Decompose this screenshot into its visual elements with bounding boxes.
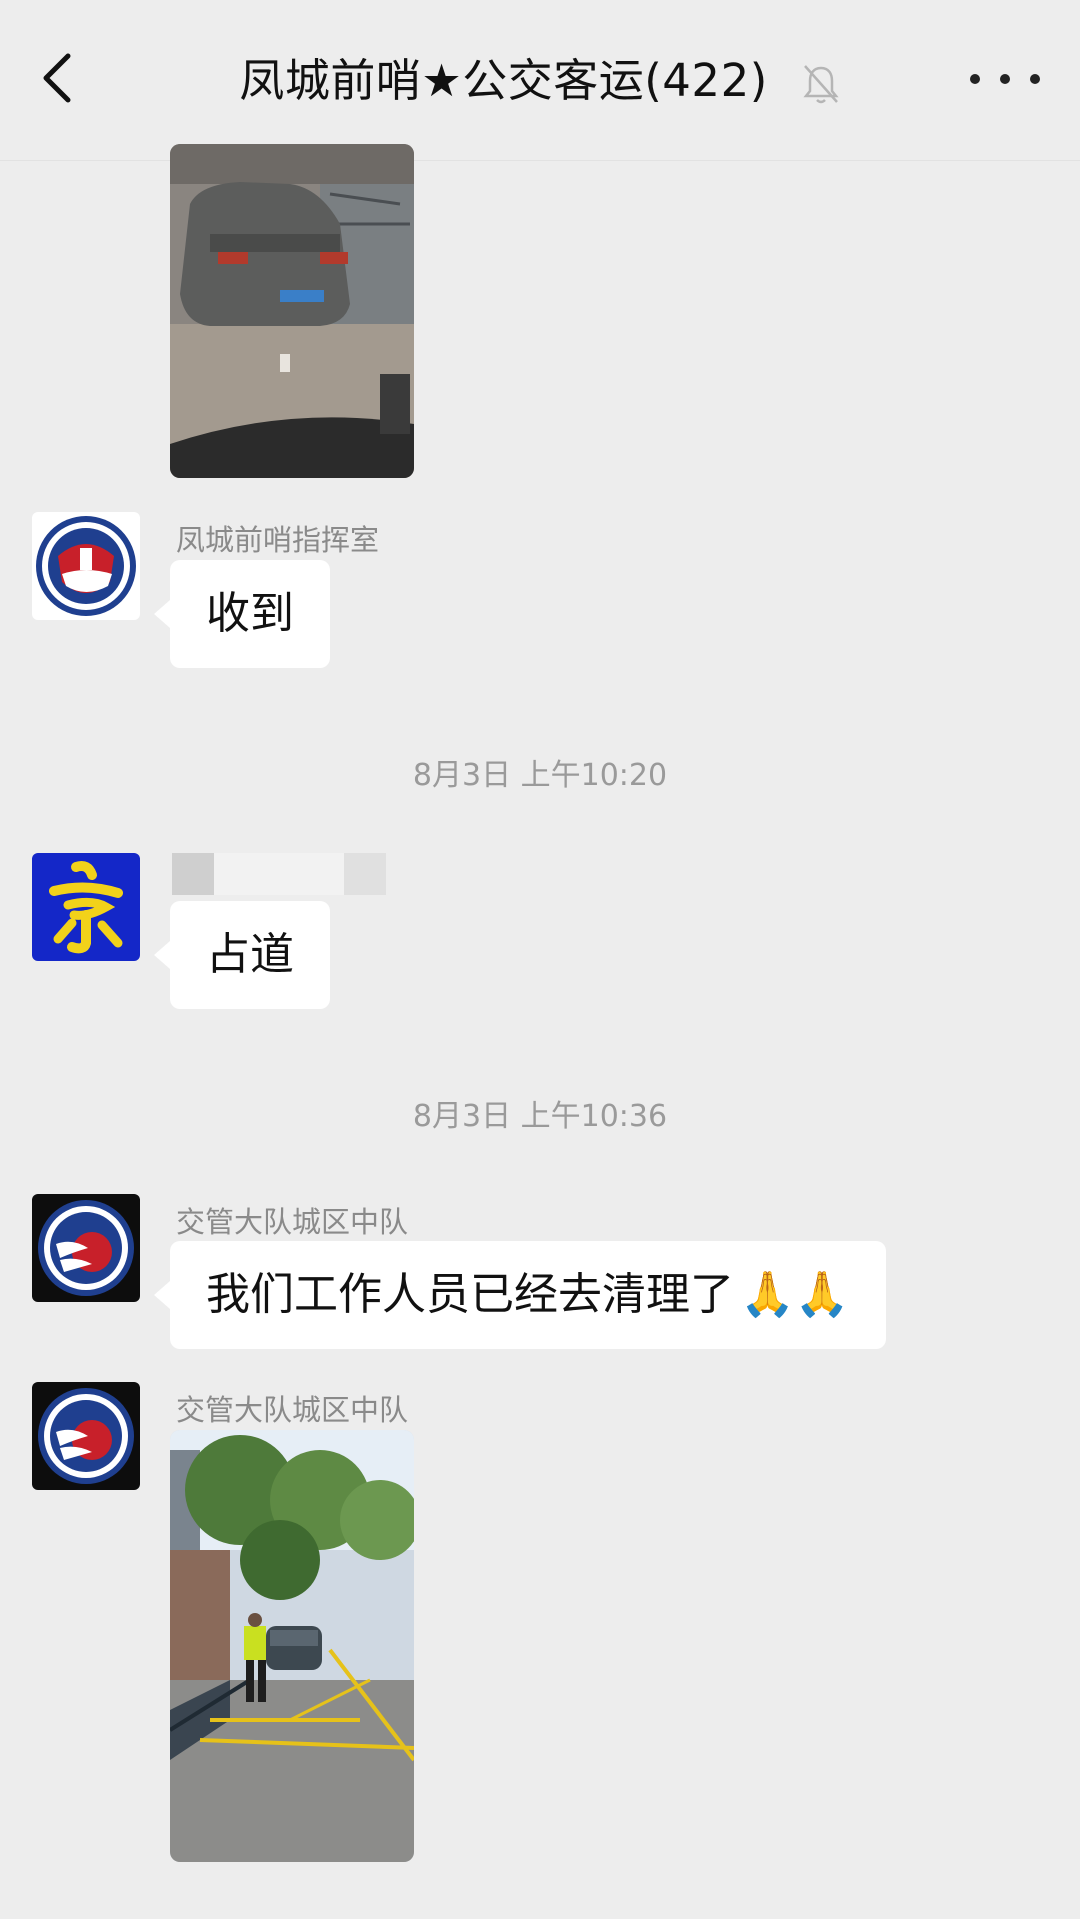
photo-street[interactable] (170, 1430, 414, 1862)
avatar[interactable] (32, 512, 140, 620)
police-badge-avatar-icon (32, 512, 140, 620)
traffic-police-avatar-icon (32, 1194, 140, 1302)
timestamp: 8月3日 上午10:36 (412, 1099, 668, 1134)
avatar[interactable] (32, 1194, 140, 1302)
yellow-glyph-avatar-icon (32, 853, 140, 961)
message-bubble[interactable]: 占道 (154, 901, 330, 1009)
sender-name: 交管大队城区中队 (176, 1205, 409, 1239)
message-bubble[interactable]: 收到 (154, 560, 330, 668)
timestamp: 8月3日 上午10:20 (412, 758, 668, 793)
more-dot (1000, 74, 1010, 84)
message-text: 占道 (206, 929, 294, 980)
message-text: 我们工作人员已经去清理了 (206, 1269, 734, 1320)
avatar[interactable] (32, 853, 140, 961)
traffic-police-avatar-icon (32, 1382, 140, 1490)
redaction-blur (172, 853, 386, 895)
message-text: 收到 (206, 588, 294, 639)
message-bubble[interactable]: 我们工作人员已经去清理了 🙏🙏 (154, 1241, 886, 1349)
more-dot (970, 74, 980, 84)
photo-car[interactable] (170, 144, 414, 478)
chat-title-text: 凤城前哨★公交客运(422) (239, 54, 768, 107)
more-dot (1030, 74, 1040, 84)
sender-name-redacted (172, 853, 386, 895)
avatar[interactable] (32, 1382, 140, 1490)
sender-name: 凤城前哨指挥室 (176, 523, 380, 557)
sender-name: 交管大队城区中队 (176, 1393, 409, 1427)
chat-header: 凤城前哨★公交客运(422) (0, 0, 1080, 161)
street-photo-image (170, 1430, 414, 1862)
chat-title: 凤城前哨★公交客运(422) (0, 46, 1080, 116)
pray-emoji: 🙏🙏 (740, 1269, 850, 1320)
car-photo-image (170, 144, 414, 478)
bell-off-icon (802, 65, 839, 104)
more-button[interactable] (970, 64, 1040, 94)
